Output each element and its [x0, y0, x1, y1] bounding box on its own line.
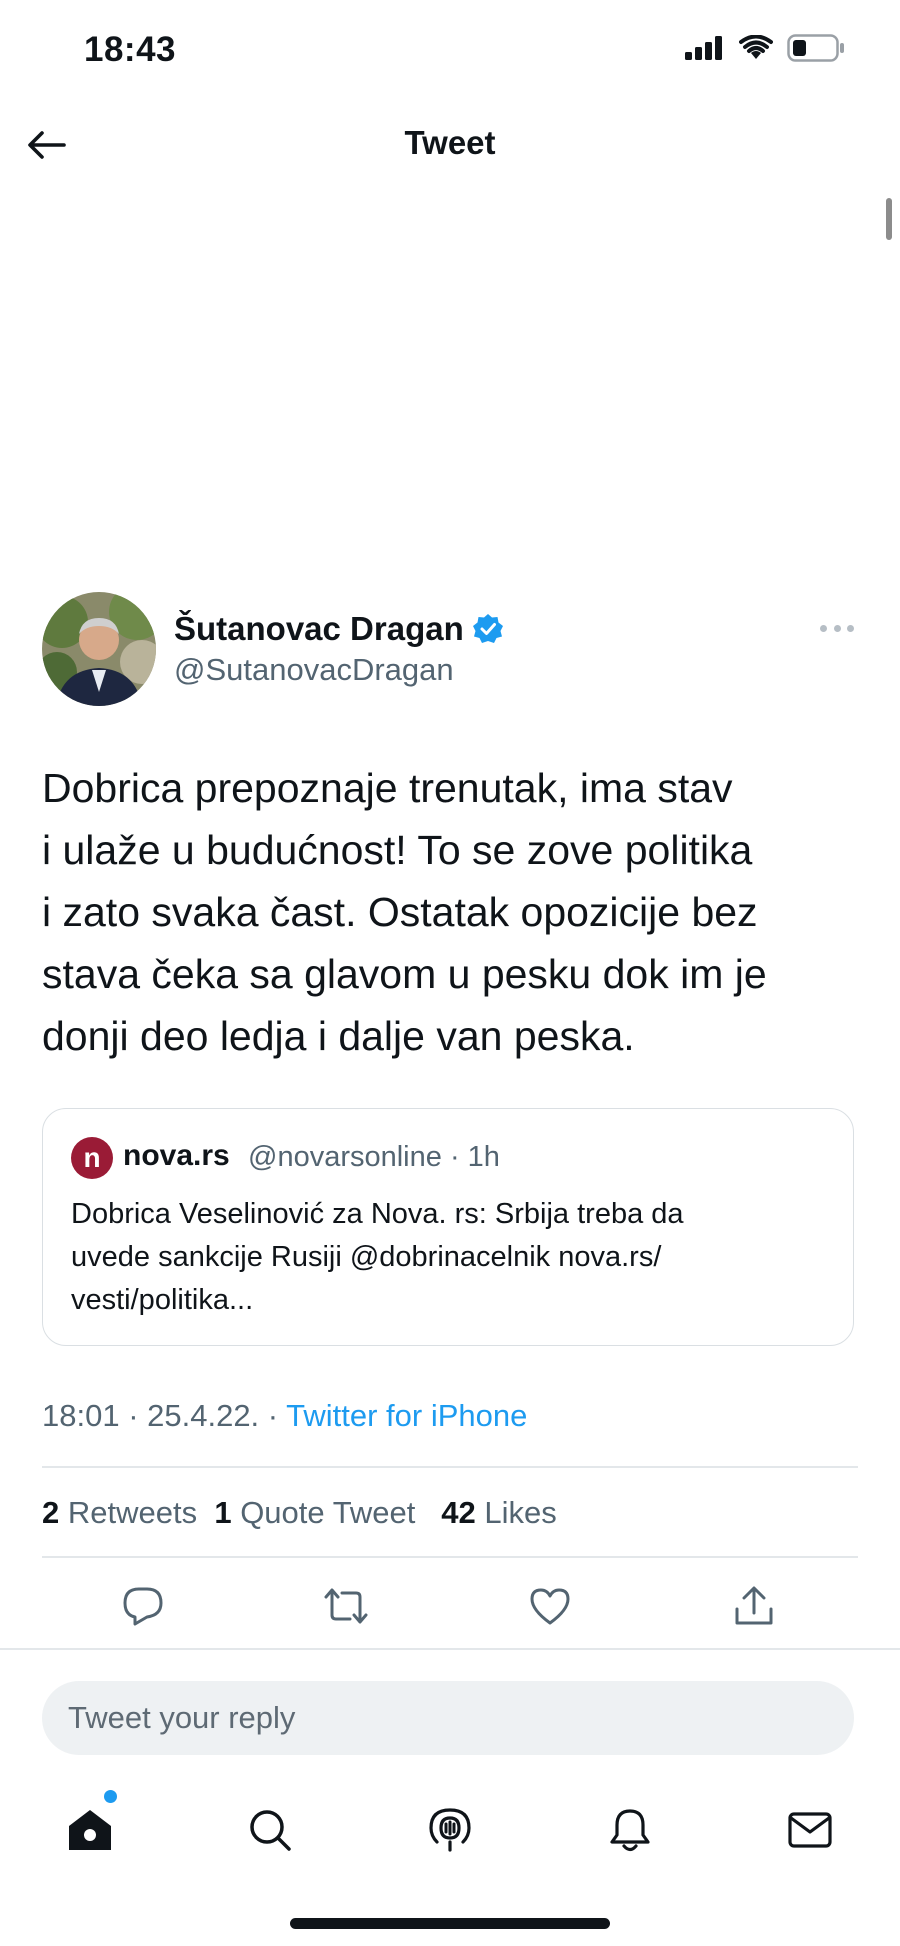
battery-icon — [787, 34, 844, 62]
share-button[interactable] — [730, 1585, 778, 1627]
tab-search[interactable] — [240, 1800, 300, 1860]
heart-icon — [530, 1588, 570, 1625]
divider — [42, 1466, 858, 1468]
reply-input[interactable] — [42, 1681, 854, 1755]
divider — [42, 1556, 858, 1558]
verified-badge-icon — [472, 614, 503, 643]
more-options-icon[interactable] — [820, 618, 854, 638]
tab-messages[interactable] — [780, 1800, 840, 1860]
page-title: Tweet — [404, 124, 496, 161]
home-notification-dot — [104, 1790, 117, 1803]
tweet-text: Dobrica prepoznaje trenutak, ima stav i … — [42, 765, 767, 1059]
tab-notifications[interactable] — [600, 1800, 660, 1860]
quote-text: Dobrica Veselinović za Nova. rs: Srbija … — [71, 1198, 684, 1316]
quote-avatar: n — [71, 1137, 113, 1179]
wifi-icon — [739, 35, 773, 59]
home-icon — [69, 1810, 111, 1850]
quote-tweet-card[interactable]: n nova.rs @novarsonline · 1h Dobrica Ves… — [42, 1108, 854, 1346]
tab-home[interactable] — [60, 1800, 120, 1860]
home-indicator[interactable] — [290, 1918, 610, 1929]
author-name-text: Šutanovac Dragan — [174, 610, 464, 647]
author-handle[interactable]: @SutanovacDragan — [174, 652, 454, 688]
reply-button[interactable] — [119, 1585, 167, 1627]
messages-icon — [788, 1812, 832, 1848]
reply-icon — [123, 1587, 163, 1626]
scroll-indicator[interactable] — [886, 198, 892, 240]
like-button[interactable] — [526, 1585, 574, 1627]
author-avatar[interactable] — [42, 592, 156, 706]
spaces-icon — [429, 1808, 471, 1852]
retweet-button[interactable] — [322, 1585, 370, 1627]
author-name[interactable]: Šutanovac Dragan — [174, 610, 504, 648]
notifications-icon — [610, 1809, 650, 1852]
tweet-stats: 2 Retweets 1 Quote Tweet 42 Likes — [42, 1495, 557, 1531]
quote-author-name: nova.rs — [123, 1139, 230, 1172]
likes-stat[interactable]: 42 Likes — [441, 1495, 556, 1530]
search-icon — [250, 1810, 291, 1851]
back-button[interactable] — [26, 124, 76, 166]
cellular-signal-icon — [685, 36, 722, 60]
quotes-stat[interactable]: 1 Quote Tweet — [214, 1495, 415, 1530]
share-icon — [735, 1586, 773, 1625]
quote-handle-time: @novarsonline · 1h — [248, 1141, 500, 1173]
status-time: 18:43 — [84, 30, 177, 69]
tweet-timestamp: 18:01 · 25.4.22. · Twitter for iPhone — [42, 1398, 527, 1434]
arrow-left-icon — [28, 131, 66, 159]
time-date: 18:01 · 25.4.22. · — [42, 1398, 287, 1433]
divider — [0, 1648, 900, 1650]
tab-spaces[interactable] — [420, 1800, 480, 1860]
tweet-source-link[interactable]: Twitter for iPhone — [286, 1398, 527, 1433]
retweet-icon — [324, 1588, 368, 1624]
status-icons — [685, 34, 845, 62]
retweets-stat[interactable]: 2 Retweets — [42, 1495, 197, 1530]
